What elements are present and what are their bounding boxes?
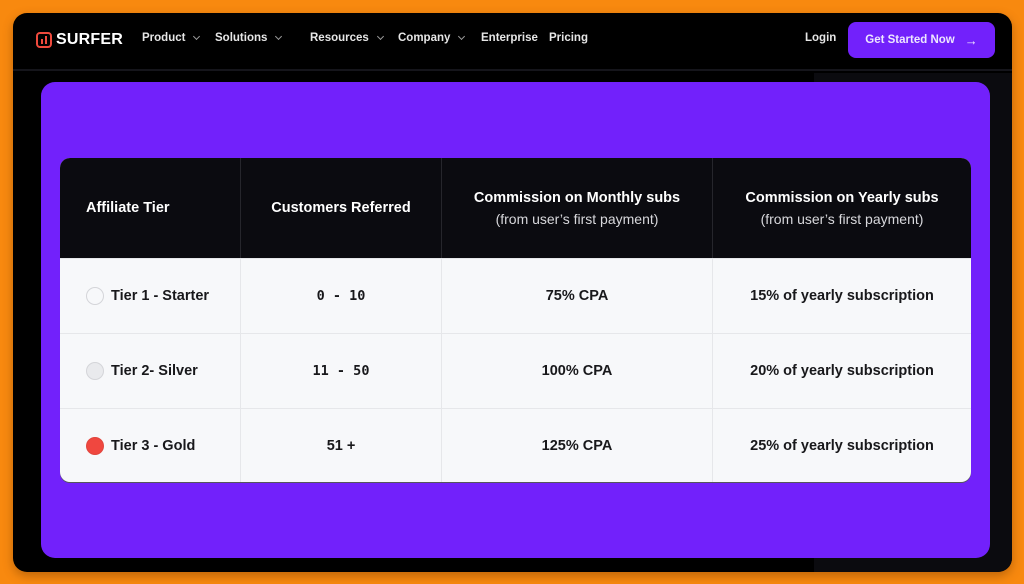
table-header: Affiliate Tier Customers Referred Commis…: [60, 158, 971, 258]
column-header-customers: Customers Referred: [241, 158, 442, 258]
table-row: Tier 3 - Gold 51 + 125% CPA 25% of yearl…: [60, 408, 971, 482]
tier-name: Tier 1 - Starter: [111, 288, 210, 304]
chevron-down-icon: [275, 32, 283, 41]
tier-cell: Tier 1 - Starter: [60, 259, 241, 333]
header-title: Customers Referred: [271, 200, 411, 216]
nav-item-enterprise[interactable]: Enterprise: [481, 32, 538, 44]
nav-item-label: Company: [398, 32, 451, 44]
get-started-button[interactable]: Get Started Now →: [848, 22, 995, 58]
nav-item-label: Product: [142, 32, 186, 44]
chevron-down-icon: [376, 32, 384, 41]
table-row: Tier 1 - Starter 0 - 10 75% CPA 15% of y…: [60, 258, 971, 333]
tier-dot-icon: [86, 437, 104, 455]
affiliate-panel: Affiliate Tier Customers Referred Commis…: [41, 82, 990, 558]
nav-item-label: Pricing: [549, 32, 588, 44]
column-header-yearly: Commission on Yearly subs (from user’s f…: [713, 158, 971, 258]
customers-cell: 0 - 10: [241, 259, 442, 333]
get-started-label: Get Started Now: [865, 34, 955, 46]
header-title: Commission on Yearly subs: [745, 189, 939, 206]
yearly-commission-cell: 25% of yearly subscription: [750, 438, 934, 454]
header-title: Commission on Monthly subs: [473, 189, 681, 206]
tier-cell: Tier 2- Silver: [60, 334, 241, 408]
yearly-commission-cell: 15% of yearly subscription: [750, 288, 934, 304]
affiliate-tier-table: Affiliate Tier Customers Referred Commis…: [60, 158, 971, 482]
nav-item-company[interactable]: Company: [398, 32, 466, 44]
monthly-commission-cell: 125% CPA: [442, 409, 713, 482]
nav-item-product[interactable]: Product: [142, 32, 201, 44]
column-header-monthly: Commission on Monthly subs (from user’s …: [442, 158, 713, 258]
table-row: Tier 2- Silver 11 - 50 100% CPA 20% of y…: [60, 333, 971, 408]
nav-item-pricing[interactable]: Pricing: [549, 32, 588, 44]
tier-dot-icon: [86, 287, 104, 305]
monthly-commission-cell: 100% CPA: [442, 334, 713, 408]
arrow-right-icon: →: [964, 32, 978, 48]
nav-item-solutions[interactable]: Solutions: [215, 32, 283, 44]
chevron-down-icon: [193, 32, 201, 41]
chevron-down-icon: [458, 32, 466, 41]
browser-window: SURFER Product Solutions Resources Compa…: [13, 13, 1012, 572]
login-link[interactable]: Login: [805, 32, 836, 44]
yearly-commission-cell: 20% of yearly subscription: [750, 363, 934, 379]
column-header-tier: Affiliate Tier: [60, 158, 241, 258]
header-title: Affiliate Tier: [86, 200, 170, 216]
surfer-logo-icon: [36, 32, 52, 48]
monthly-commission-cell: 75% CPA: [442, 259, 713, 333]
top-navigation: SURFER Product Solutions Resources Compa…: [13, 13, 1012, 71]
customers-cell: 11 - 50: [241, 334, 442, 408]
tier-name: Tier 3 - Gold: [111, 438, 196, 454]
logo-text: SURFER: [56, 31, 123, 48]
customers-cell: 51 +: [241, 409, 442, 482]
tier-dot-icon: [86, 362, 104, 380]
nav-item-label: Resources: [310, 32, 369, 44]
tier-cell: Tier 3 - Gold: [60, 409, 241, 482]
header-subtitle: (from user’s first payment): [495, 210, 659, 227]
nav-item-label: Solutions: [215, 32, 268, 44]
nav-item-label: Enterprise: [481, 32, 538, 44]
tier-name: Tier 2- Silver: [111, 363, 198, 379]
logo[interactable]: SURFER: [36, 31, 123, 49]
header-subtitle: (from user’s first payment): [760, 210, 924, 227]
nav-item-resources[interactable]: Resources: [310, 32, 384, 44]
